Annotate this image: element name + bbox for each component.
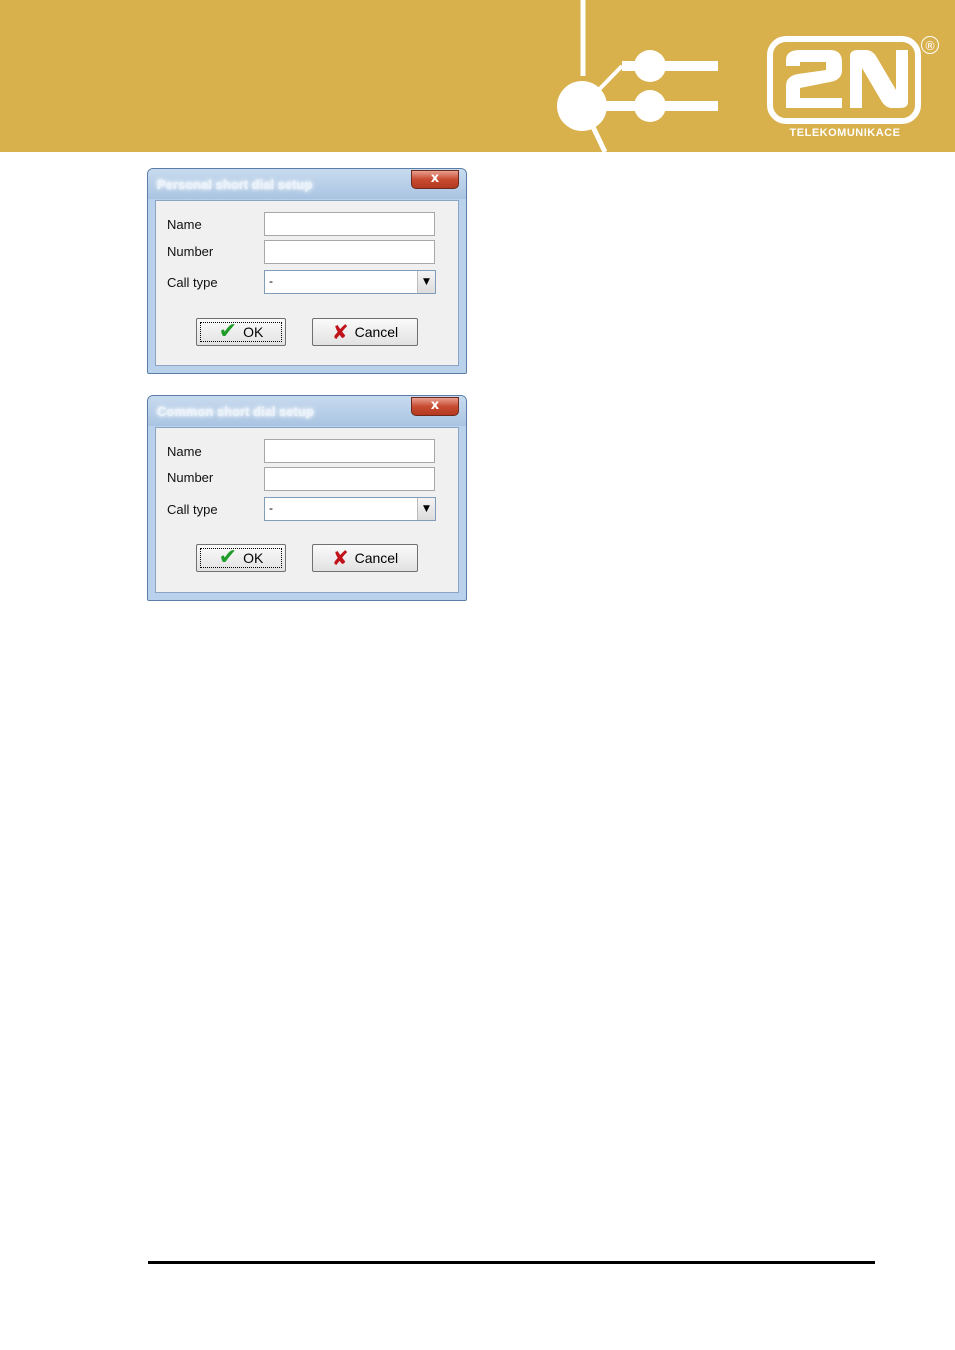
name-input[interactable] (264, 439, 435, 463)
chevron-down-icon[interactable]: ▼ (417, 271, 435, 293)
dialog-client-area: Name Number Call type - ▼ ✔ OK ✘ Cancel (155, 427, 459, 593)
ok-button-label: OK (243, 550, 264, 566)
name-label: Name (167, 217, 202, 232)
dialog-title: Personal short dial setup (157, 177, 313, 192)
cancel-button-label: Cancel (354, 324, 399, 340)
personal-short-dial-dialog: Personal short dial setup x Name Number … (147, 168, 467, 374)
dialog-title: Common short dial setup (157, 404, 314, 419)
close-button[interactable]: x (411, 170, 459, 189)
call-type-label: Call type (167, 275, 218, 290)
call-type-value: - (269, 501, 273, 515)
common-short-dial-dialog: Common short dial setup x Name Number Ca… (147, 395, 467, 601)
check-icon: ✔ (218, 545, 238, 570)
x-icon: ✘ (331, 546, 349, 570)
name-input[interactable] (264, 212, 435, 236)
footer-divider (148, 1261, 875, 1264)
dialog-titlebar[interactable]: Common short dial setup x (148, 396, 466, 426)
call-type-select[interactable]: - ▼ (264, 270, 436, 294)
brand-logo (767, 36, 921, 124)
close-icon: x (430, 398, 440, 413)
cancel-button[interactable]: ✘ Cancel (312, 318, 418, 346)
page-header: ® TELEKOMUNIKACE (0, 0, 955, 152)
logo-subtitle: TELEKOMUNIKACE (789, 127, 901, 139)
x-icon: ✘ (331, 320, 349, 344)
name-label: Name (167, 444, 202, 459)
number-input[interactable] (264, 240, 435, 264)
cancel-button-label: Cancel (354, 550, 399, 566)
call-type-value: - (269, 274, 273, 288)
cancel-button[interactable]: ✘ Cancel (312, 544, 418, 572)
close-icon: x (430, 171, 440, 186)
registered-trademark-icon: ® (921, 36, 939, 54)
ok-button[interactable]: ✔ OK (196, 318, 286, 346)
ok-button[interactable]: ✔ OK (196, 544, 286, 572)
close-button[interactable]: x (411, 397, 459, 416)
number-label: Number (167, 470, 214, 485)
number-label: Number (167, 244, 214, 259)
number-input[interactable] (264, 467, 435, 491)
call-type-select[interactable]: - ▼ (264, 497, 436, 521)
chevron-down-icon[interactable]: ▼ (417, 498, 435, 520)
ok-button-label: OK (243, 324, 264, 340)
dialog-titlebar[interactable]: Personal short dial setup x (148, 169, 466, 199)
dialog-client-area: Name Number Call type - ▼ ✔ OK ✘ Cancel (155, 200, 459, 366)
check-icon: ✔ (218, 319, 238, 344)
call-type-label: Call type (167, 502, 218, 517)
